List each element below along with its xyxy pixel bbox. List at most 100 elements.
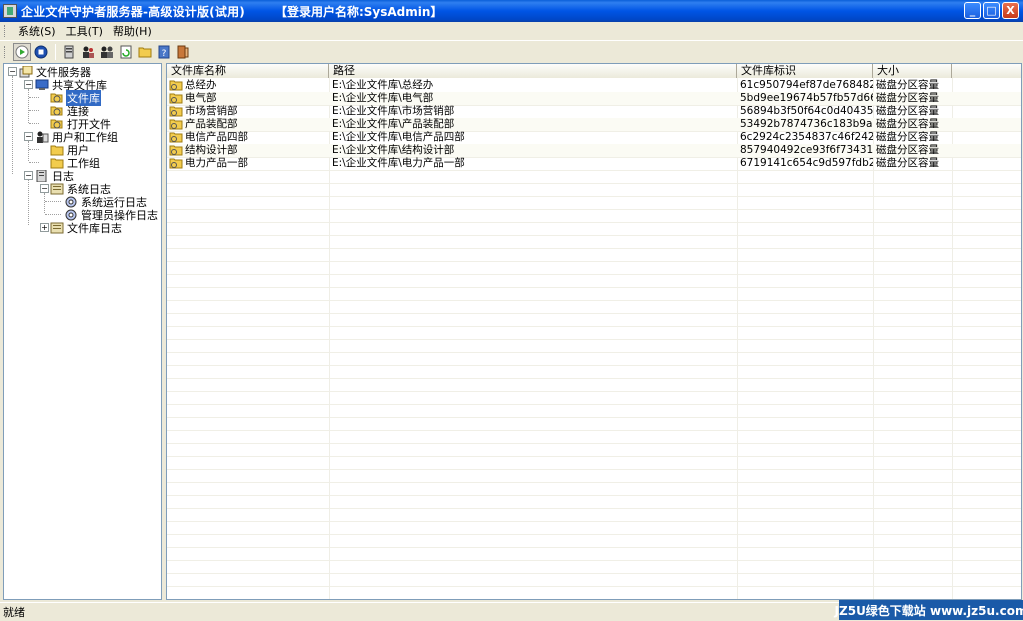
tree-guide [12,76,13,174]
tree-item-library-log[interactable]: 文件库日志 [50,221,123,235]
expand-toggle-system-log[interactable]: − [40,184,49,193]
server-tree[interactable]: − 文件服务器 − 共享文件库 文件库 连接 打开文件 − 用户和工作组 用户 … [3,63,162,600]
expand-toggle-logs[interactable]: − [24,171,33,180]
close-button[interactable]: X [1002,2,1019,19]
library-list[interactable]: 文件库名称 路径 文件库标识 大小 总经办 E:\企业文件库\总经办 61c9507… [166,63,1022,600]
grid-line [167,573,1021,574]
expand-toggle-library-log[interactable]: + [40,223,49,232]
library-id-cell: 53492b7874736c183b9a5f38 [740,118,873,130]
grid-line [167,170,1021,171]
size-cell: 磁盘分区容量 [876,105,939,117]
table-row[interactable]: 电气部 E:\企业文件库\电气部 5bd9ee19674b57fb57d66372磁… [167,92,1021,105]
menu-system[interactable]: 系统(S) [13,23,61,39]
menu-help[interactable]: 帮助(H) [108,23,157,39]
exit-button[interactable] [174,43,192,61]
stop-icon [34,45,48,58]
shared-folder-icon [169,93,183,104]
grid-line [167,183,1021,184]
tree-guide [29,110,39,111]
refresh-button[interactable] [117,43,135,61]
expand-toggle-root[interactable]: − [8,67,17,76]
menu-bar: 系统(S) 工具(T) 帮助(H) [0,22,1023,40]
help-icon: ? [158,45,170,59]
library-name-cell: 总经办 [167,79,329,92]
shared-folder-icon [169,145,183,156]
grid-line [167,404,1021,405]
grid-line [167,222,1021,223]
start-icon [15,45,29,58]
maximize-button[interactable]: □ [983,2,1000,19]
column-header-name[interactable]: 文件库名称 [167,64,329,78]
help-button[interactable]: ? [155,43,173,61]
column-header-filler [952,64,1021,78]
grid-line [167,586,1021,587]
grid-line [167,456,1021,457]
tree-item-label: 文件库日志 [67,221,122,235]
log-icon [50,183,64,194]
path-cell: E:\企业文件库\电力产品一部 [332,157,465,169]
library-name: 市场营销部 [185,105,238,117]
library-name: 电气部 [185,92,217,104]
grid-line [167,300,1021,301]
size-cell: 磁盘分区容量 [876,118,939,130]
start-service-button[interactable] [13,42,31,61]
expand-toggle-shared[interactable]: − [24,80,33,89]
library-id-cell: 6719141c654c9d597fdb2f15 [740,157,873,169]
column-header-size[interactable]: 大小 [873,64,952,78]
size-cell: 磁盘分区容量 [876,144,939,156]
library-id-cell: 857940492ce93f6f73431c8f [740,144,873,156]
grid-line [167,495,1021,496]
grid-line [167,287,1021,288]
path-cell: E:\企业文件库\电气部 [332,92,434,104]
computer-icon [35,79,49,90]
tree-guide [28,141,29,161]
table-row[interactable]: 结构设计部 E:\企业文件库\结构设计部 857940492ce93f6f73431… [167,144,1021,157]
path-cell: E:\企业文件库\总经办 [332,79,434,91]
library-name: 电信产品四部 [185,131,248,143]
shared-folder-icon [169,132,183,143]
grid-line [167,235,1021,236]
tree-guide [29,123,39,124]
library-id-cell: 56894b3f50f64c0d404354a4 [740,105,873,117]
path-cell: E:\企业文件库\市场营销部 [332,105,455,117]
toolbar-grip [4,45,7,58]
expand-toggle-users-groups[interactable]: − [24,132,33,141]
table-row[interactable]: 电信产品四部 E:\企业文件库\电信产品四部 6c2924c2354837c46f2… [167,131,1021,144]
library-name-cell: 市场营销部 [167,105,329,118]
table-row[interactable]: 总经办 E:\企业文件库\总经办 61c950794ef87de768482046磁… [167,79,1021,92]
menu-grip [4,25,7,37]
grid-line [167,261,1021,262]
table-row[interactable]: 产品装配部 E:\企业文件库\产品装配部 53492b7874736c183b9a5… [167,118,1021,131]
size-cell: 磁盘分区容量 [876,79,939,91]
users-button[interactable] [79,43,97,61]
path-cell: E:\企业文件库\电信产品四部 [332,131,465,143]
stop-service-button[interactable] [32,43,50,61]
menu-tools[interactable]: 工具(T) [61,23,108,39]
user-group-icon [101,46,113,58]
grid-line [167,430,1021,431]
library-name-cell: 产品装配部 [167,118,329,131]
library-name-cell: 电力产品一部 [167,157,329,170]
column-header-id[interactable]: 文件库标识 [737,64,873,78]
grid-line [167,482,1021,483]
server-icon [19,65,33,77]
table-row[interactable]: 市场营销部 E:\企业文件库\市场营销部 56894b3f50f64c0d40435… [167,105,1021,118]
folder-button[interactable] [136,43,154,61]
minimize-button[interactable]: _ [964,2,981,19]
library-name: 产品装配部 [185,118,238,130]
path-cell: E:\企业文件库\结构设计部 [332,144,455,156]
tree-guide [29,149,39,150]
refresh-icon [120,45,132,58]
column-header-path[interactable]: 路径 [329,64,737,78]
library-name: 总经办 [185,79,217,91]
user-group-button[interactable] [98,43,116,61]
list-header: 文件库名称 路径 文件库标识 大小 [167,64,1021,78]
server-button[interactable] [60,43,78,61]
folder-icon [138,47,152,57]
grid-line [167,560,1021,561]
login-user-info: 【登录用户名称:SysAdmin】 [274,4,443,19]
library-id-cell: 61c950794ef87de768482046 [740,79,873,91]
shared-folder-icon [169,158,183,169]
table-row[interactable]: 电力产品一部 E:\企业文件库\电力产品一部 6719141c654c9d597fd… [167,157,1021,170]
library-name-cell: 电气部 [167,92,329,105]
